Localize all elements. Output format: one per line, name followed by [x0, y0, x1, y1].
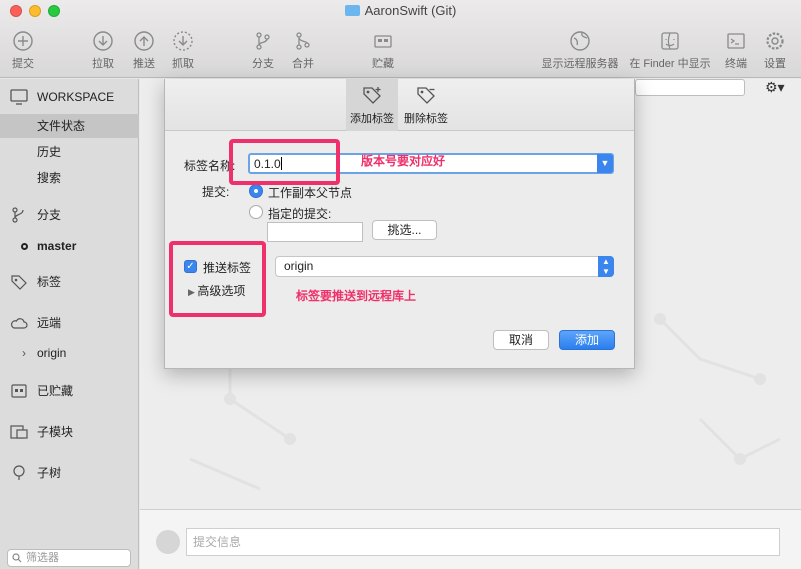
sidebar-item-origin[interactable]: › origin	[0, 341, 139, 365]
search-icon	[12, 553, 22, 563]
window-toolbar: AaronSwift (Git) 提交 拉取 推送 抓取 分支 合并 贮藏 显示…	[0, 0, 801, 78]
fetch-toolbar-button[interactable]: 抓取	[168, 30, 198, 71]
tab-remove-tag[interactable]: 删除标签	[400, 79, 452, 131]
specified-commit-radio-label: 指定的提交:	[268, 207, 332, 221]
commit-message-input[interactable]: 提交信息	[186, 528, 780, 556]
sidebar-item-history[interactable]: 历史	[0, 140, 139, 164]
arrow-up-circle-icon	[134, 31, 154, 51]
stash-toolbar-button[interactable]: 贮藏	[368, 30, 398, 71]
branch-icon	[256, 32, 270, 50]
arrow-down-circle-icon	[93, 31, 113, 51]
tab-add-tag[interactable]: 添加标签	[346, 79, 398, 131]
merge-icon	[296, 32, 310, 50]
tag-remove-icon	[417, 87, 435, 104]
annotation-highlight-tag-name	[229, 139, 340, 185]
tag-name-label: 标签名称:	[184, 159, 236, 173]
branch-toolbar-button[interactable]: 分支	[248, 30, 278, 71]
window-title: AaronSwift (Git)	[0, 3, 801, 18]
working-copy-radio[interactable]	[249, 184, 263, 198]
pull-toolbar-button[interactable]: 拉取	[88, 30, 118, 71]
globe-icon	[570, 31, 590, 51]
pick-commit-button[interactable]: 挑选...	[372, 220, 437, 240]
sidebar-tags-heading[interactable]: 标签	[0, 270, 139, 294]
cancel-button[interactable]: 取消	[493, 330, 549, 350]
sidebar-stashes-heading[interactable]: 已贮藏	[0, 379, 139, 403]
sidebar-workspace-heading: WORKSPACE	[0, 85, 139, 109]
commit-message-bar: 提交信息	[140, 509, 801, 569]
annotation-highlight-push-tag	[169, 241, 266, 317]
terminal-toolbar-button[interactable]: 终端	[721, 30, 751, 71]
stash-icon	[11, 384, 27, 398]
up-down-chevron-icon: ▲ ▼	[598, 256, 614, 277]
subtree-icon	[13, 465, 25, 480]
plus-circle-icon	[13, 31, 33, 51]
sidebar-branches-heading[interactable]: 分支	[0, 203, 139, 227]
branch-icon	[12, 207, 24, 223]
sidebar-item-master[interactable]: master	[0, 234, 139, 258]
finder-icon	[661, 32, 679, 50]
push-toolbar-button[interactable]: 推送	[129, 30, 159, 71]
dialog-tab-bar: 添加标签 删除标签	[165, 79, 634, 131]
merge-toolbar-button[interactable]: 合并	[288, 30, 318, 71]
main-search-input[interactable]	[635, 79, 745, 96]
stash-icon	[374, 35, 392, 48]
show-in-finder-toolbar-button[interactable]: 在 Finder 中显示	[627, 30, 713, 71]
tag-add-icon	[363, 87, 381, 104]
settings-toolbar-button[interactable]: 设置	[760, 30, 790, 71]
chevron-down-icon[interactable]: ▼	[597, 154, 613, 173]
submodule-icon	[10, 425, 28, 439]
sidebar-filter-input[interactable]: 筛选器	[7, 549, 131, 567]
add-tag-dialog: 添加标签 删除标签 标签名称: 0.1.0 ▼ 提交: 工作副本父节点 指定的提…	[164, 79, 635, 369]
commit-hash-field[interactable]	[267, 222, 363, 242]
commit-label: 提交:	[202, 185, 230, 199]
terminal-icon	[727, 33, 745, 49]
current-branch-indicator	[21, 243, 28, 250]
sidebar-submodules-heading[interactable]: 子模块	[0, 420, 139, 444]
remote-select[interactable]: origin ▲ ▼	[275, 256, 614, 277]
gear-icon	[766, 32, 784, 50]
chevron-right-icon: ›	[22, 346, 26, 360]
working-copy-radio-label: 工作副本父节点	[268, 186, 353, 200]
add-button[interactable]: 添加	[559, 330, 615, 350]
avatar	[156, 530, 180, 554]
show-remote-toolbar-button[interactable]: 显示远程服务器	[539, 30, 621, 71]
monitor-icon	[10, 89, 28, 105]
tag-icon	[11, 275, 27, 290]
gear-menu-icon[interactable]: ⚙▾	[765, 79, 785, 96]
specified-commit-radio[interactable]	[249, 205, 263, 219]
commit-toolbar-button[interactable]: 提交	[8, 30, 38, 71]
sidebar-item-search[interactable]: 搜索	[0, 166, 139, 190]
annotation-push-note: 标签要推送到远程库上	[296, 289, 417, 303]
sidebar-subtrees-heading[interactable]: 子树	[0, 461, 139, 485]
sidebar-item-file-status[interactable]: 文件状态	[0, 114, 139, 138]
cloud-icon	[10, 318, 28, 329]
annotation-version-note: 版本号要对应好	[361, 154, 446, 168]
folder-icon	[344, 5, 360, 16]
sidebar: WORKSPACE 文件状态 历史 搜索 分支 master 标签 远端 › o…	[0, 79, 139, 569]
sidebar-remotes-heading[interactable]: 远端	[0, 311, 139, 335]
fetch-icon	[173, 31, 193, 51]
